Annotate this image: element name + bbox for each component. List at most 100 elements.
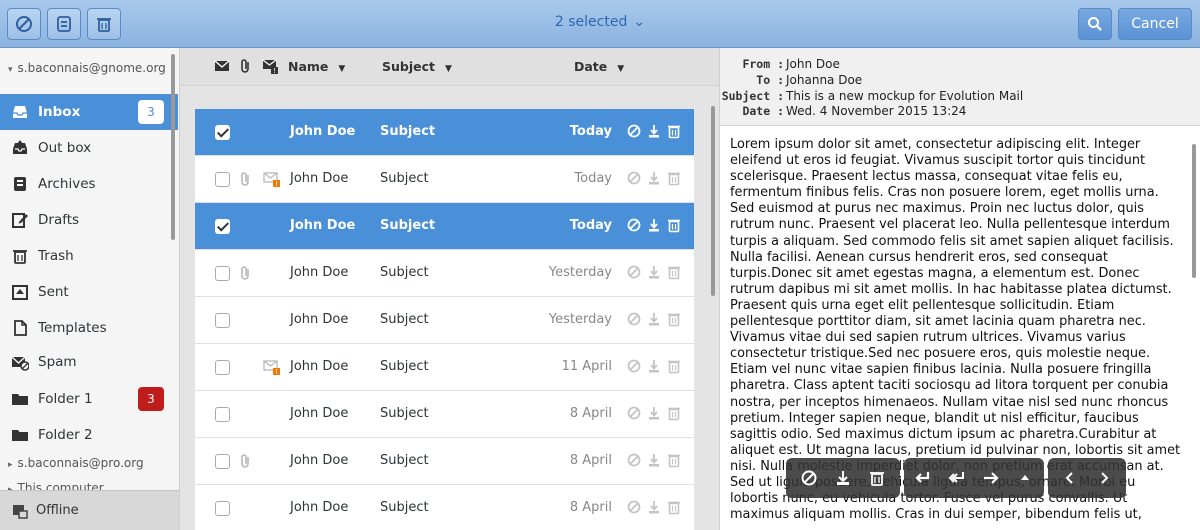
junk-icon[interactable] — [626, 123, 642, 139]
table-row[interactable]: ! John Doe Subject 11 April — [195, 344, 694, 391]
previous-message-button[interactable] — [1053, 463, 1087, 493]
archive-download-icon[interactable] — [646, 217, 662, 233]
flag-icon[interactable]: ! — [262, 58, 278, 74]
attachment-icon[interactable] — [238, 58, 254, 74]
sidebar-item-sent[interactable]: Sent — [0, 274, 178, 310]
folder-label: Templates — [38, 320, 107, 336]
sent-icon — [12, 285, 28, 300]
table-row[interactable]: John Doe Subject Today — [195, 203, 694, 250]
archive-download-icon — [837, 471, 849, 485]
account-primary[interactable]: ▾ s.baconnais@gnome.org — [8, 61, 166, 75]
row-checkbox[interactable] — [215, 172, 230, 187]
account-secondary[interactable]: ▸ s.baconnais@pro.org — [8, 456, 144, 470]
sidebar-item-trash[interactable]: Trash — [0, 238, 178, 274]
archive-download-icon[interactable] — [646, 311, 662, 327]
junk-icon[interactable] — [626, 499, 642, 515]
junk-icon[interactable] — [626, 452, 642, 468]
message-date: 8 April — [569, 453, 612, 468]
trash-icon[interactable] — [666, 264, 682, 280]
sidebar-scrollbar[interactable] — [171, 54, 175, 240]
column-date[interactable]: Date ▼ — [574, 59, 624, 74]
table-row[interactable]: ! John Doe Subject Today — [195, 156, 694, 203]
row-checkbox[interactable] — [215, 219, 230, 234]
table-row[interactable]: John Doe Subject 8 April — [195, 391, 694, 438]
row-checkbox[interactable] — [215, 266, 230, 281]
table-row[interactable]: John Doe Subject Yesterday — [195, 297, 694, 344]
trash-icon[interactable] — [666, 405, 682, 421]
from-value[interactable]: John Doe — [786, 57, 840, 71]
sort-triangle-icon: ▼ — [338, 64, 346, 74]
sidebar-item-templates[interactable]: Templates — [0, 310, 178, 346]
selection-menu[interactable]: 2 selected ⌄ — [0, 14, 1200, 30]
sort-triangle-icon: ▼ — [617, 64, 625, 74]
sidebar-item-inbox[interactable]: Inbox 3 — [0, 94, 178, 130]
junk-icon[interactable] — [626, 358, 642, 374]
preview-scrollbar[interactable] — [1192, 144, 1196, 278]
row-checkbox[interactable] — [215, 313, 230, 328]
from-row: From : John Doe — [720, 57, 839, 73]
cancel-button[interactable]: Cancel — [1118, 8, 1192, 40]
row-checkbox[interactable] — [215, 501, 230, 516]
archive-download-icon[interactable] — [646, 499, 662, 515]
junk-icon[interactable] — [626, 311, 642, 327]
archive-download-icon[interactable] — [646, 358, 662, 374]
from-label: From : — [742, 57, 784, 71]
archive-download-icon[interactable] — [646, 452, 662, 468]
account-label: s.baconnais@pro.org — [17, 456, 144, 470]
trash-icon[interactable] — [666, 170, 682, 186]
trash-icon[interactable] — [666, 217, 682, 233]
reply-all-button[interactable] — [940, 463, 974, 493]
sidebar-item-folder-2[interactable]: Folder 2 — [0, 417, 178, 453]
subject-row: Subject : This is a new mockup for Evolu… — [720, 89, 1024, 105]
junk-icon[interactable] — [626, 217, 642, 233]
sidebar-item-outbox[interactable]: Out box — [0, 130, 178, 166]
mark-junk-button[interactable] — [792, 463, 826, 493]
column-subject[interactable]: Subject ▼ — [382, 59, 452, 74]
trash-icon[interactable] — [666, 452, 682, 468]
trash-icon[interactable] — [666, 499, 682, 515]
table-row[interactable]: John Doe Subject 8 April — [195, 485, 694, 530]
row-checkbox[interactable] — [215, 360, 230, 375]
trash-icon[interactable] — [666, 311, 682, 327]
reply-button[interactable] — [906, 463, 940, 493]
scroll-top-button[interactable] — [1008, 463, 1042, 493]
folder-icon — [12, 394, 28, 405]
column-name[interactable]: Name ▼ — [288, 59, 345, 74]
message-date: 11 April — [561, 359, 612, 374]
next-message-button[interactable] — [1087, 463, 1121, 493]
message-date: Today — [569, 124, 612, 139]
list-scrollbar[interactable] — [711, 106, 715, 296]
row-checkbox[interactable] — [215, 125, 230, 140]
offline-toggle[interactable]: Offline — [0, 490, 179, 530]
archive-download-icon[interactable] — [646, 264, 662, 280]
sender-name: John Doe — [290, 265, 349, 280]
archive-button[interactable] — [826, 463, 860, 493]
sidebar-item-drafts[interactable]: Drafts — [0, 202, 178, 238]
table-row[interactable]: John Doe Subject Yesterday — [195, 250, 694, 297]
table-row[interactable]: John Doe Subject Today — [195, 109, 694, 156]
to-label: To : — [756, 73, 784, 87]
row-checkbox[interactable] — [215, 407, 230, 422]
trash-icon[interactable] — [666, 358, 682, 374]
archive-download-icon[interactable] — [646, 405, 662, 421]
floating-toolbar-group-3 — [1048, 458, 1126, 498]
sidebar-item-archives[interactable]: Archives — [0, 166, 178, 202]
search-button[interactable] — [1078, 8, 1112, 40]
to-value[interactable]: Johanna Doe — [786, 73, 862, 87]
junk-icon[interactable] — [626, 405, 642, 421]
trash-icon[interactable] — [666, 123, 682, 139]
archive-download-icon[interactable] — [646, 123, 662, 139]
junk-icon[interactable] — [626, 170, 642, 186]
forward-button[interactable] — [974, 463, 1008, 493]
archive-download-icon[interactable] — [646, 170, 662, 186]
folder-label: Trash — [38, 248, 74, 264]
folder-label: Archives — [38, 176, 96, 192]
sidebar-item-folder-1[interactable]: Folder 1 3 — [0, 381, 178, 417]
delete-button[interactable] — [860, 463, 894, 493]
table-row[interactable]: John Doe Subject 8 April — [195, 438, 694, 485]
row-checkbox[interactable] — [215, 454, 230, 469]
junk-icon[interactable] — [626, 264, 642, 280]
date-label: Date : — [742, 104, 784, 118]
sidebar-item-spam[interactable]: Spam — [0, 344, 178, 380]
envelope-icon[interactable] — [214, 58, 230, 74]
